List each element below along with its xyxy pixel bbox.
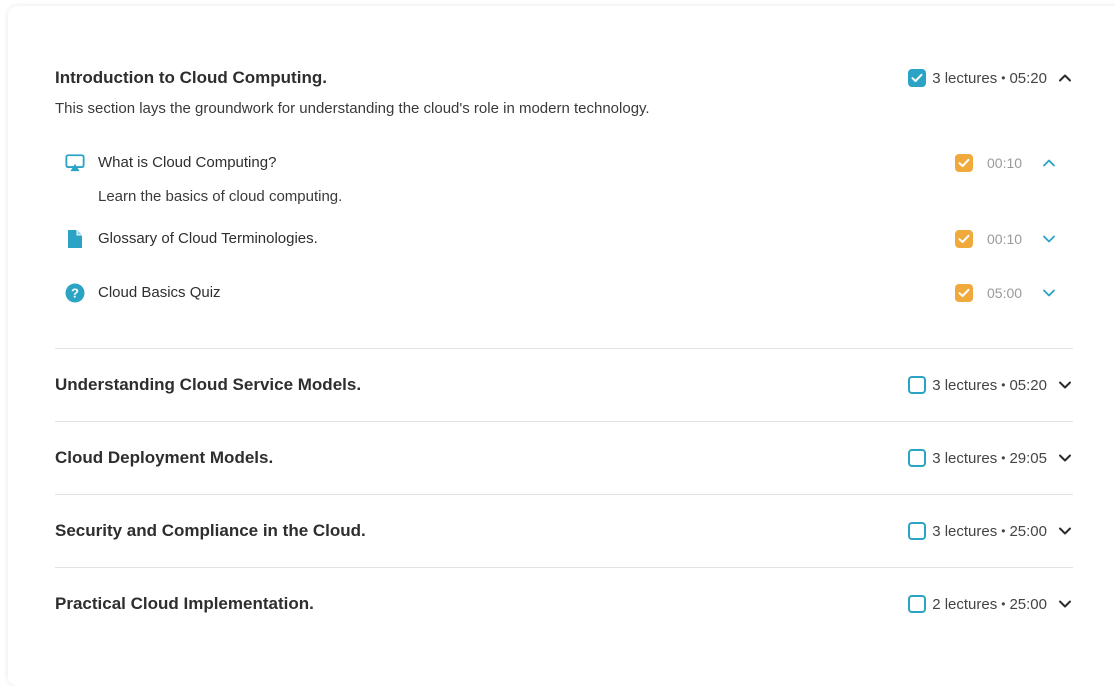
section-title: Cloud Deployment Models. — [55, 448, 274, 467]
section-meta: 3 lectures • 05:20 — [908, 67, 1073, 89]
section-duration: 05:20 — [1009, 69, 1047, 87]
document-icon — [65, 229, 85, 249]
section-practical-implementation[interactable]: Practical Cloud Implementation. 2 lectur… — [55, 592, 1073, 616]
section-divider — [55, 348, 1073, 349]
check-icon — [911, 73, 923, 82]
lecture-duration: 00:10 — [987, 231, 1023, 247]
section-deployment-models[interactable]: Cloud Deployment Models. 3 lectures • 29… — [55, 446, 1073, 470]
chevron-down-icon[interactable] — [1057, 596, 1073, 612]
meta-separator: • — [1001, 451, 1006, 465]
lectures-count: 2 lectures — [932, 595, 998, 613]
chevron-down-icon[interactable] — [1041, 231, 1057, 247]
lectures-count: 3 lectures — [932, 69, 998, 87]
chevron-down-icon[interactable] — [1057, 450, 1073, 466]
lecture-complete-checkbox[interactable] — [955, 154, 973, 172]
section-divider — [55, 421, 1073, 422]
lecture-description: Learn the basics of cloud computing. — [98, 188, 343, 205]
section-meta: 3 lectures • 29:05 — [908, 447, 1073, 469]
section-complete-checkbox[interactable] — [908, 376, 927, 394]
section-duration: 25:00 — [1009, 522, 1047, 540]
lecture-item[interactable]: What is Cloud Computing? 00:10 — [65, 151, 1057, 175]
lecture-title: Cloud Basics Quiz — [98, 284, 221, 301]
lecture-duration: 00:10 — [987, 155, 1023, 171]
lecture-item[interactable]: Glossary of Cloud Terminologies. 00:10 — [65, 227, 1057, 251]
lecture-meta: 00:10 — [955, 152, 1057, 174]
check-icon — [958, 288, 970, 297]
section-divider — [55, 567, 1073, 568]
lectures-count: 3 lectures — [932, 376, 998, 394]
check-icon — [958, 234, 970, 243]
chevron-down-icon[interactable] — [1057, 377, 1073, 393]
section-divider — [55, 494, 1073, 495]
meta-separator: • — [1001, 597, 1006, 611]
section-complete-checkbox[interactable] — [908, 449, 927, 467]
chevron-up-icon[interactable] — [1041, 155, 1057, 171]
chevron-down-icon[interactable] — [1041, 285, 1057, 301]
lecture-meta: 05:00 — [955, 282, 1057, 304]
lecture-item[interactable]: ? Cloud Basics Quiz 05:00 — [65, 281, 1057, 305]
lecture-complete-checkbox[interactable] — [955, 230, 973, 248]
section-meta: 3 lectures • 05:20 — [908, 374, 1073, 396]
course-curriculum-card: Introduction to Cloud Computing. 3 lectu… — [8, 6, 1115, 686]
lecture-title: Glossary of Cloud Terminologies. — [98, 230, 318, 247]
section-title: Practical Cloud Implementation. — [55, 594, 314, 613]
section-duration: 29:05 — [1009, 449, 1047, 467]
section-meta: 3 lectures • 25:00 — [908, 520, 1073, 542]
section-duration: 05:20 — [1009, 376, 1047, 394]
section-complete-checkbox[interactable] — [908, 595, 927, 613]
lecture-duration: 05:00 — [987, 285, 1023, 301]
section-complete-checkbox[interactable] — [908, 69, 927, 87]
lecture-meta: 00:10 — [955, 228, 1057, 250]
section-security-compliance[interactable]: Security and Compliance in the Cloud. 3 … — [55, 519, 1073, 543]
meta-separator: • — [1001, 71, 1006, 85]
section-duration: 25:00 — [1009, 595, 1047, 613]
section-description: This section lays the groundwork for und… — [55, 100, 650, 117]
section-title: Understanding Cloud Service Models. — [55, 375, 362, 394]
presentation-icon — [65, 153, 85, 173]
lecture-title: What is Cloud Computing? — [98, 154, 277, 171]
section-meta: 2 lectures • 25:00 — [908, 593, 1073, 615]
section-title: Security and Compliance in the Cloud. — [55, 521, 366, 540]
lectures-count: 3 lectures — [932, 522, 998, 540]
chevron-up-icon[interactable] — [1057, 70, 1073, 86]
meta-separator: • — [1001, 378, 1006, 392]
lecture-complete-checkbox[interactable] — [955, 284, 973, 302]
section-complete-checkbox[interactable] — [908, 522, 927, 540]
section-title[interactable]: Introduction to Cloud Computing. — [55, 68, 327, 88]
chevron-down-icon[interactable] — [1057, 523, 1073, 539]
lectures-count: 3 lectures — [932, 449, 998, 467]
svg-text:?: ? — [71, 286, 79, 301]
check-icon — [958, 158, 970, 167]
meta-separator: • — [1001, 524, 1006, 538]
section-service-models[interactable]: Understanding Cloud Service Models. 3 le… — [55, 373, 1073, 397]
question-icon: ? — [65, 283, 85, 303]
